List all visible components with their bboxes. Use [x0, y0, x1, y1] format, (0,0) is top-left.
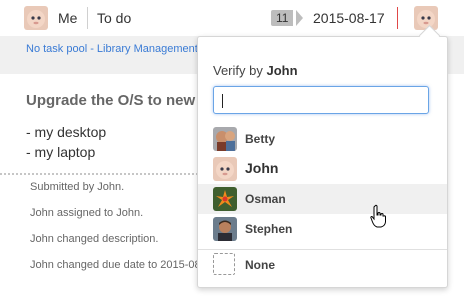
- verify-popover: Verify by John Betty John Osman Stephen …: [197, 24, 448, 288]
- history-item: John changed description.: [30, 233, 159, 245]
- text-cursor: [222, 94, 223, 108]
- history-item: John assigned to John.: [30, 207, 144, 219]
- pool-link[interactable]: No task pool - Library Management: [26, 43, 198, 55]
- user-option-osman[interactable]: Osman: [198, 184, 447, 214]
- heading-name: John: [266, 63, 298, 78]
- description-line: - my desktop: [26, 124, 107, 140]
- user-option-john[interactable]: John: [198, 154, 447, 184]
- user-name: John: [245, 160, 279, 176]
- history-item: Submitted by John.: [30, 181, 125, 193]
- dotted-divider: [0, 173, 210, 175]
- chevron-right-icon: [296, 10, 303, 26]
- history-list: Submitted by John. John assigned to John…: [30, 181, 220, 285]
- photo-avatar-icon: [213, 217, 237, 241]
- none-option[interactable]: None: [245, 258, 275, 272]
- user-option-stephen[interactable]: Stephen: [198, 214, 447, 244]
- top-bar: Me To do 11 2015-08-17: [0, 0, 464, 36]
- popover-heading: Verify by John: [213, 63, 298, 78]
- description-line: - my laptop: [26, 144, 96, 160]
- history-item: John changed due date to 2015-08-17.: [30, 259, 220, 271]
- empty-avatar-icon[interactable]: [213, 253, 235, 275]
- popover-divider: [198, 249, 447, 250]
- user-name: Betty: [245, 132, 276, 146]
- status-todo[interactable]: To do: [97, 10, 131, 26]
- user-option-betty[interactable]: Betty: [198, 124, 447, 154]
- count-badge: 11: [271, 10, 294, 26]
- verifier-avatar[interactable]: [414, 6, 438, 30]
- task-description: - my desktop - my laptop: [26, 122, 106, 162]
- due-date[interactable]: 2015-08-17: [313, 10, 385, 26]
- user-name: Stephen: [245, 222, 293, 236]
- my-avatar[interactable]: [24, 6, 48, 30]
- photo-avatar-icon: [213, 127, 237, 151]
- me-label[interactable]: Me: [58, 10, 77, 26]
- heading-prefix: Verify by: [213, 63, 263, 78]
- flower-avatar-icon: [213, 187, 237, 211]
- user-name: Osman: [245, 192, 286, 206]
- divider-red: [397, 7, 398, 29]
- user-search-input[interactable]: [213, 86, 429, 114]
- divider: [87, 7, 88, 29]
- baby-avatar-icon: [213, 157, 237, 181]
- hand-cursor-icon: [370, 204, 386, 228]
